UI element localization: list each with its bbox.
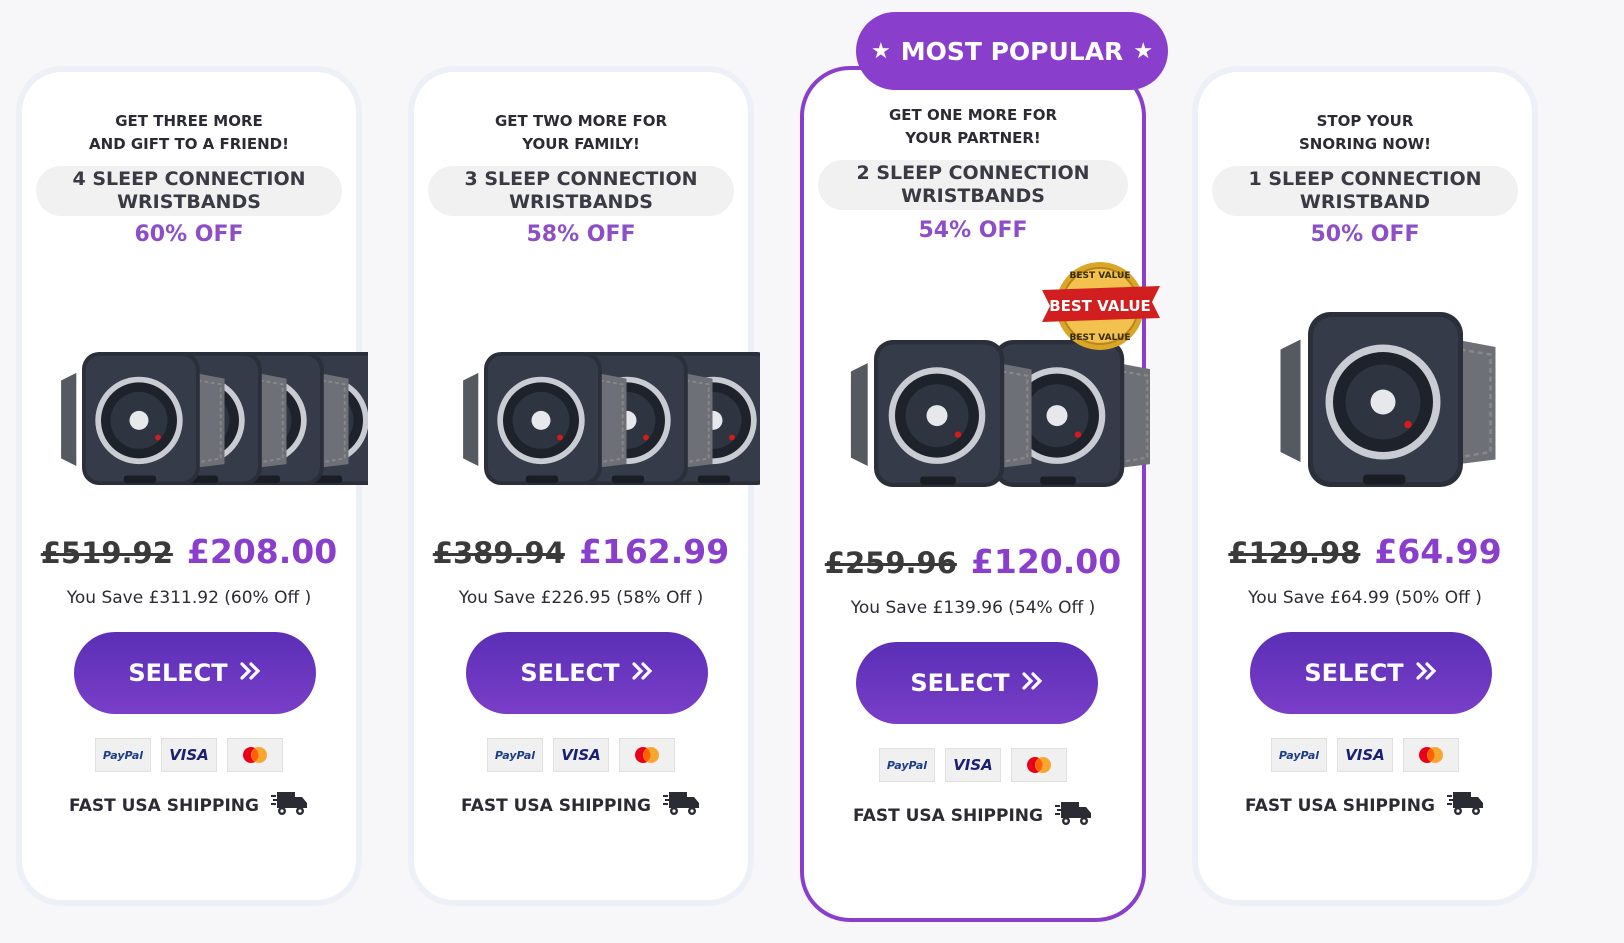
select-button[interactable]: SELECT [1250, 632, 1492, 714]
select-label: SELECT [910, 669, 1010, 697]
shipping-label: FAST USA SHIPPING [461, 795, 651, 816]
visa-icon: VISA [1337, 738, 1393, 772]
truck-icon [1054, 798, 1093, 833]
star-icon: ★ [1133, 38, 1154, 64]
product-image-wrap [414, 302, 799, 512]
pricing-card-4-pack: GET THREE MORE AND GIFT TO A FRIEND! 4 S… [16, 66, 411, 906]
shipping-row: FAST USA SHIPPING [1198, 788, 1532, 823]
price-row: £259.96 £120.00 [804, 542, 1142, 581]
product-image-wrap [1198, 302, 1532, 512]
seal-bottom-text: BEST VALUE [1070, 333, 1131, 343]
paypal-icon: PayPal [879, 748, 935, 782]
shipping-row: FAST USA SHIPPING [414, 788, 748, 823]
wristband-product-image [1280, 312, 1496, 487]
select-button[interactable]: SELECT [856, 642, 1098, 724]
shipping-label: FAST USA SHIPPING [853, 805, 1043, 826]
card-headline: GET THREE MORE AND GIFT TO A FRIEND! [89, 112, 289, 153]
new-price: £120.00 [970, 542, 1122, 581]
seal-top-text: BEST VALUE [1070, 271, 1131, 281]
savings-text: You Save £226.95 (58% Off ) [458, 588, 704, 608]
most-popular-label: MOST POPULAR [900, 36, 1124, 66]
product-name: 4 SLEEP CONNECTION WRISTBANDS [36, 166, 342, 216]
shipping-row: FAST USA SHIPPING [22, 788, 356, 823]
pricing-card-2-pack: GET ONE MORE FOR YOUR PARTNER! 2 SLEEP C… [800, 66, 1160, 922]
discount-label: 54% OFF [918, 218, 1028, 243]
savings-text: You Save £139.96 (54% Off ) [850, 598, 1096, 618]
wristband-product-image [61, 352, 411, 485]
product-name: 1 SLEEP CONNECTION WRISTBAND [1212, 166, 1518, 216]
price-row: £519.92 £208.00 [22, 532, 356, 571]
savings-text: You Save £311.92 (60% Off ) [66, 588, 312, 608]
discount-label: 58% OFF [526, 222, 636, 247]
shipping-row: FAST USA SHIPPING [804, 798, 1142, 833]
old-price: £259.96 [824, 546, 957, 580]
old-price: £519.92 [40, 536, 173, 570]
discount-label: 50% OFF [1310, 222, 1420, 247]
price-row: £389.94 £162.99 [414, 532, 748, 571]
mastercard-icon [619, 738, 675, 772]
savings-text: You Save £64.99 (50% Off ) [1248, 588, 1482, 608]
select-button[interactable]: SELECT [74, 632, 316, 714]
visa-icon: VISA [161, 738, 217, 772]
card-headline: GET ONE MORE FOR YOUR PARTNER! [888, 106, 1058, 147]
payment-methods: PayPal VISA [1198, 738, 1532, 772]
double-chevron-right-icon [240, 659, 262, 687]
best-value-seal: BEST VALUE BEST VALUE BEST VALUE [1042, 256, 1162, 360]
payment-methods: PayPal VISA [22, 738, 356, 772]
double-chevron-right-icon [1416, 659, 1438, 687]
truck-icon [270, 788, 309, 823]
old-price: £389.94 [432, 536, 565, 570]
visa-icon: VISA [553, 738, 609, 772]
select-button[interactable]: SELECT [466, 632, 708, 714]
shipping-label: FAST USA SHIPPING [69, 795, 259, 816]
visa-icon: VISA [945, 748, 1001, 782]
truck-icon [1446, 788, 1485, 823]
paypal-icon: PayPal [1271, 738, 1327, 772]
double-chevron-right-icon [632, 659, 654, 687]
price-row: £129.98 £64.99 [1198, 532, 1532, 571]
truck-icon [662, 788, 701, 823]
select-label: SELECT [1304, 659, 1404, 687]
wristband-product-image [463, 352, 799, 485]
star-icon: ★ [870, 38, 891, 64]
product-name: 3 SLEEP CONNECTION WRISTBANDS [428, 166, 734, 216]
payment-methods: PayPal VISA [804, 748, 1142, 782]
most-popular-badge: ★ MOST POPULAR ★ [856, 12, 1168, 90]
new-price: £64.99 [1374, 532, 1502, 571]
paypal-icon: PayPal [487, 738, 543, 772]
double-chevron-right-icon [1022, 669, 1044, 697]
mastercard-icon [1403, 738, 1459, 772]
select-label: SELECT [128, 659, 228, 687]
new-price: £208.00 [186, 532, 338, 571]
discount-label: 60% OFF [134, 222, 244, 247]
paypal-icon: PayPal [95, 738, 151, 772]
new-price: £162.99 [578, 532, 730, 571]
card-headline: STOP YOUR SNORING NOW! [1298, 112, 1432, 153]
seal-main-text: BEST VALUE [1049, 297, 1151, 315]
shipping-label: FAST USA SHIPPING [1245, 795, 1435, 816]
product-image-wrap [22, 302, 411, 512]
product-name: 2 SLEEP CONNECTION WRISTBANDS [818, 160, 1128, 210]
card-headline: GET TWO MORE FOR YOUR FAMILY! [494, 112, 667, 153]
pricing-card-1-pack: STOP YOUR SNORING NOW! 1 SLEEP CONNECTIO… [1192, 66, 1538, 906]
mastercard-icon [1011, 748, 1067, 782]
select-label: SELECT [520, 659, 620, 687]
old-price: £129.98 [1228, 536, 1361, 570]
mastercard-icon [227, 738, 283, 772]
payment-methods: PayPal VISA [414, 738, 748, 772]
pricing-card-3-pack: GET TWO MORE FOR YOUR FAMILY! 3 SLEEP CO… [408, 66, 799, 906]
